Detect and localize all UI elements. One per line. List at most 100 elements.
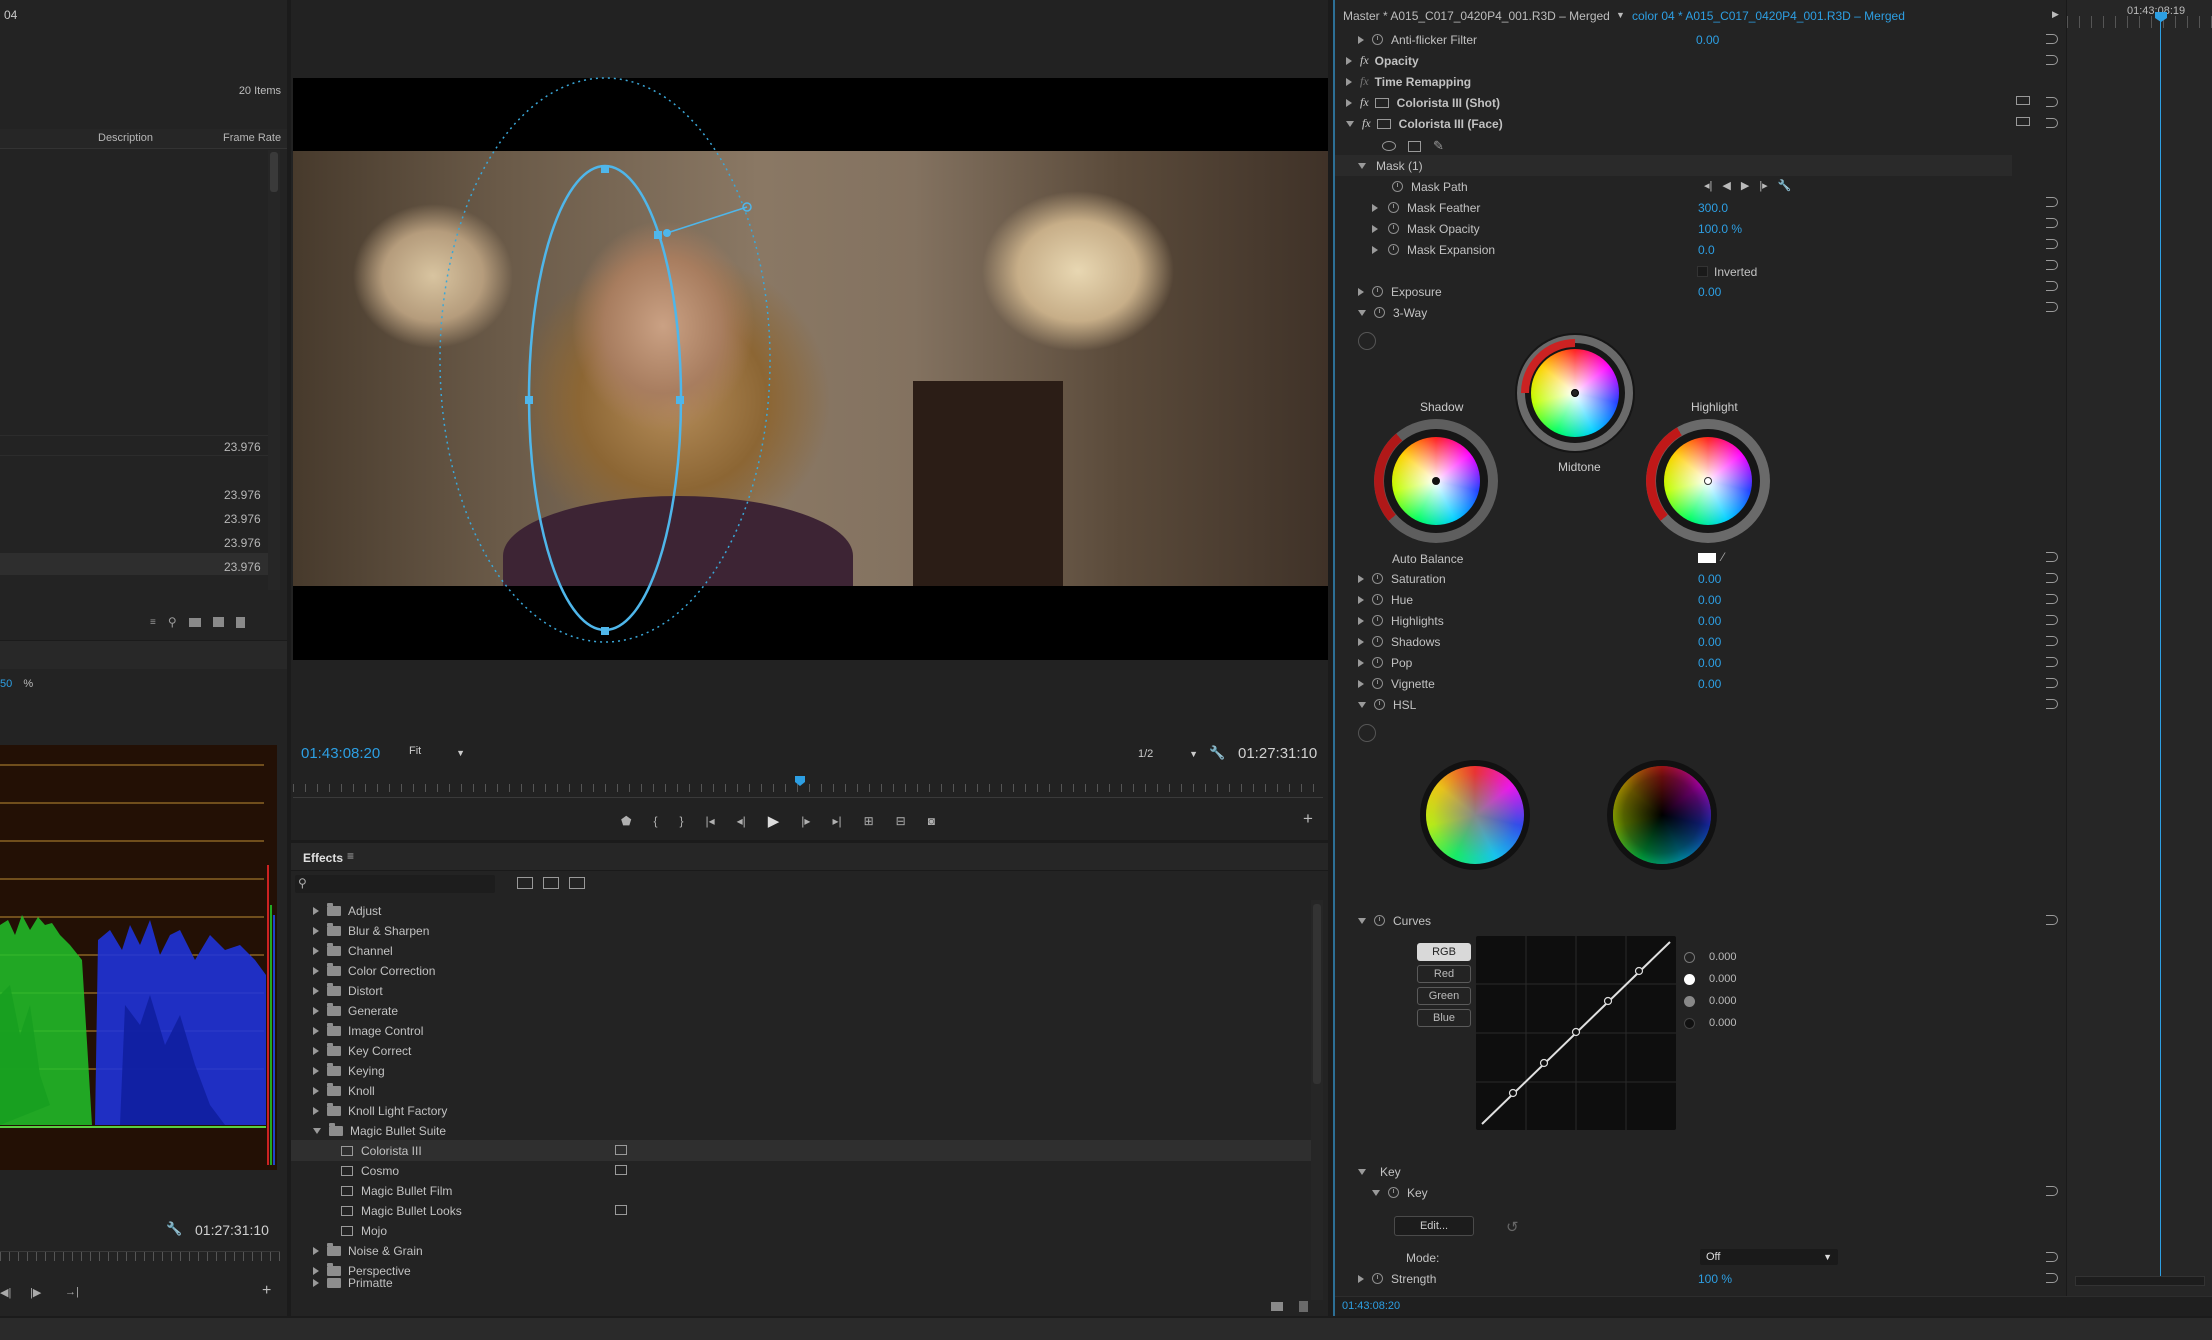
list-item[interactable]: Knoll Light Factory [291, 1100, 1311, 1121]
reset-icon[interactable] [2046, 1252, 2058, 1262]
trash-icon[interactable] [1299, 1301, 1308, 1312]
reset-icon[interactable] [2046, 657, 2058, 667]
prop-mask-feather[interactable]: Mask Feather 300.0 [1334, 197, 2212, 218]
exposure-value[interactable]: 0.00 [1698, 285, 1721, 299]
curve-blue-button[interactable]: Blue [1417, 1009, 1471, 1027]
prop-shadows[interactable]: Shadows 0.00 [1334, 631, 2212, 652]
search-input[interactable] [313, 877, 483, 891]
collapse-icon[interactable] [1358, 162, 1366, 169]
highlight-wheel[interactable] [1646, 419, 1770, 543]
highlight-puck[interactable] [1704, 477, 1712, 485]
add-marker-icon[interactable]: ⬟ [621, 814, 631, 828]
track-back-icon[interactable]: ◀ [1722, 179, 1730, 192]
curve-red-button[interactable]: Red [1417, 965, 1471, 983]
prop-highlights[interactable]: Highlights 0.00 [1334, 610, 2212, 631]
list-item[interactable]: Magic Bullet Suite [291, 1120, 1311, 1141]
stopwatch-icon[interactable] [1374, 699, 1385, 710]
expand-icon[interactable] [1358, 35, 1364, 44]
expand-icon[interactable] [313, 986, 319, 995]
reset-icon[interactable] [2046, 55, 2058, 65]
expand-icon[interactable] [1358, 658, 1364, 667]
expand-icon[interactable] [1346, 56, 1352, 65]
expand-icon[interactable] [313, 926, 319, 935]
collapse-icon[interactable] [1358, 309, 1366, 316]
expand-icon[interactable] [313, 1046, 319, 1055]
stopwatch-icon[interactable] [1392, 181, 1403, 192]
eyedropper-icon[interactable]: ⁄ [1722, 550, 1724, 564]
stopwatch-icon[interactable] [1388, 202, 1399, 213]
reset-icon[interactable] [2046, 302, 2058, 312]
track-forward-icon[interactable]: ▶ [1741, 179, 1749, 192]
vignette-value[interactable]: 0.00 [1698, 677, 1721, 691]
list-item[interactable]: Primatte [291, 1278, 1311, 1288]
ec-footer-timecode[interactable]: 01:43:08:20 [1342, 1300, 1400, 1312]
master-clip-label[interactable]: Master * A015_C017_0420P4_001.R3D – Merg… [1343, 9, 1610, 23]
collapse-icon[interactable] [313, 1127, 321, 1134]
settings-wrench-icon[interactable]: 🔧 [1209, 745, 1225, 761]
edit-key-button[interactable]: Edit... [1394, 1216, 1474, 1236]
add-keyframe-icon[interactable] [2016, 96, 2030, 105]
step-back-button[interactable]: ◀| [0, 1286, 11, 1299]
scope-zoom[interactable]: 50 % [0, 678, 33, 690]
new-item-icon[interactable] [212, 617, 224, 627]
list-item[interactable]: Key Correct [291, 1040, 1311, 1061]
stopwatch-icon[interactable] [1372, 1273, 1383, 1284]
reset-icon[interactable] [2046, 678, 2058, 688]
effect-opacity[interactable]: fx Opacity [1334, 50, 2212, 71]
reset-icon[interactable] [2046, 615, 2058, 625]
resolution-dropdown[interactable]: 1/2 ▼ [1138, 748, 1200, 766]
reset-icon[interactable] [2046, 260, 2058, 270]
col-description[interactable]: Description [98, 132, 153, 144]
effect-colorista-shot[interactable]: fx Colorista III (Shot) [1334, 92, 2212, 113]
track-back-one-icon[interactable]: ◂| [1704, 179, 1712, 192]
list-item[interactable]: Image Control [291, 1020, 1311, 1041]
list-item[interactable]: Adjust [291, 900, 1311, 921]
anti-flicker-value[interactable]: 0.00 [1696, 33, 1719, 47]
curve-value[interactable]: 0.000 [1709, 973, 1737, 985]
hsl-reset-icon[interactable] [1358, 724, 1376, 742]
prop-mask-opacity[interactable]: Mask Opacity 100.0 % [1334, 218, 2212, 239]
mask-feather-value[interactable]: 300.0 [1698, 201, 1728, 215]
stopwatch-icon[interactable] [1372, 573, 1383, 584]
extract-icon[interactable]: ⊟ [896, 814, 906, 828]
stopwatch-icon[interactable] [1388, 244, 1399, 255]
curve-value[interactable]: 0.000 [1709, 995, 1737, 1007]
expand-icon[interactable] [313, 1006, 319, 1015]
add-keyframe-icon[interactable] [2016, 117, 2030, 126]
trash-icon[interactable] [235, 616, 245, 628]
mask-opacity-value[interactable]: 100.0 % [1698, 222, 1742, 236]
mark-in-icon[interactable]: { [653, 814, 657, 828]
step-forward-icon[interactable]: |▸ [801, 814, 810, 828]
reset-icon[interactable] [2046, 218, 2058, 228]
collapse-icon[interactable] [1372, 1189, 1380, 1196]
program-timecode[interactable]: 01:43:08:20 [301, 745, 380, 762]
3way-reset-icon[interactable] [1358, 332, 1376, 350]
reset-icon[interactable] [2046, 197, 2058, 207]
stopwatch-icon[interactable] [1388, 223, 1399, 234]
list-item[interactable]: Mojo [291, 1220, 1311, 1241]
stopwatch-icon[interactable] [1372, 286, 1383, 297]
collapse-icon[interactable] [1358, 917, 1366, 924]
prop-pop[interactable]: Pop 0.00 [1334, 652, 2212, 673]
mask-group[interactable]: Mask (1) [1334, 155, 2012, 176]
add-button[interactable]: + [262, 1282, 271, 1300]
expand-icon[interactable] [1358, 679, 1364, 688]
expand-icon[interactable] [1358, 1274, 1364, 1283]
mask-overlay[interactable] [291, 0, 1328, 740]
timeline-ruler[interactable] [293, 778, 1323, 798]
curve-rgb-button[interactable]: RGB [1417, 943, 1471, 961]
list-item[interactable]: Blur & Sharpen [291, 920, 1311, 941]
go-to-in-icon[interactable]: |◂ [705, 814, 714, 828]
group-curves[interactable]: Curves [1334, 910, 2212, 931]
expand-icon[interactable] [313, 1266, 319, 1275]
key-reset-icon[interactable]: ↺ [1506, 1218, 1519, 1236]
highlight-point-icon[interactable] [1684, 973, 1695, 985]
fit-dropdown[interactable]: Fit ▼ [409, 745, 469, 763]
list-item[interactable]: Color Correction [291, 960, 1311, 981]
stopwatch-icon[interactable] [1374, 915, 1385, 926]
collapse-icon[interactable] [1358, 701, 1366, 708]
midtone-point-icon[interactable] [1684, 995, 1695, 1007]
white-point-icon[interactable] [1684, 951, 1695, 963]
expand-icon[interactable] [1372, 203, 1378, 212]
list-item[interactable]: Magic Bullet Looks [291, 1200, 1311, 1221]
